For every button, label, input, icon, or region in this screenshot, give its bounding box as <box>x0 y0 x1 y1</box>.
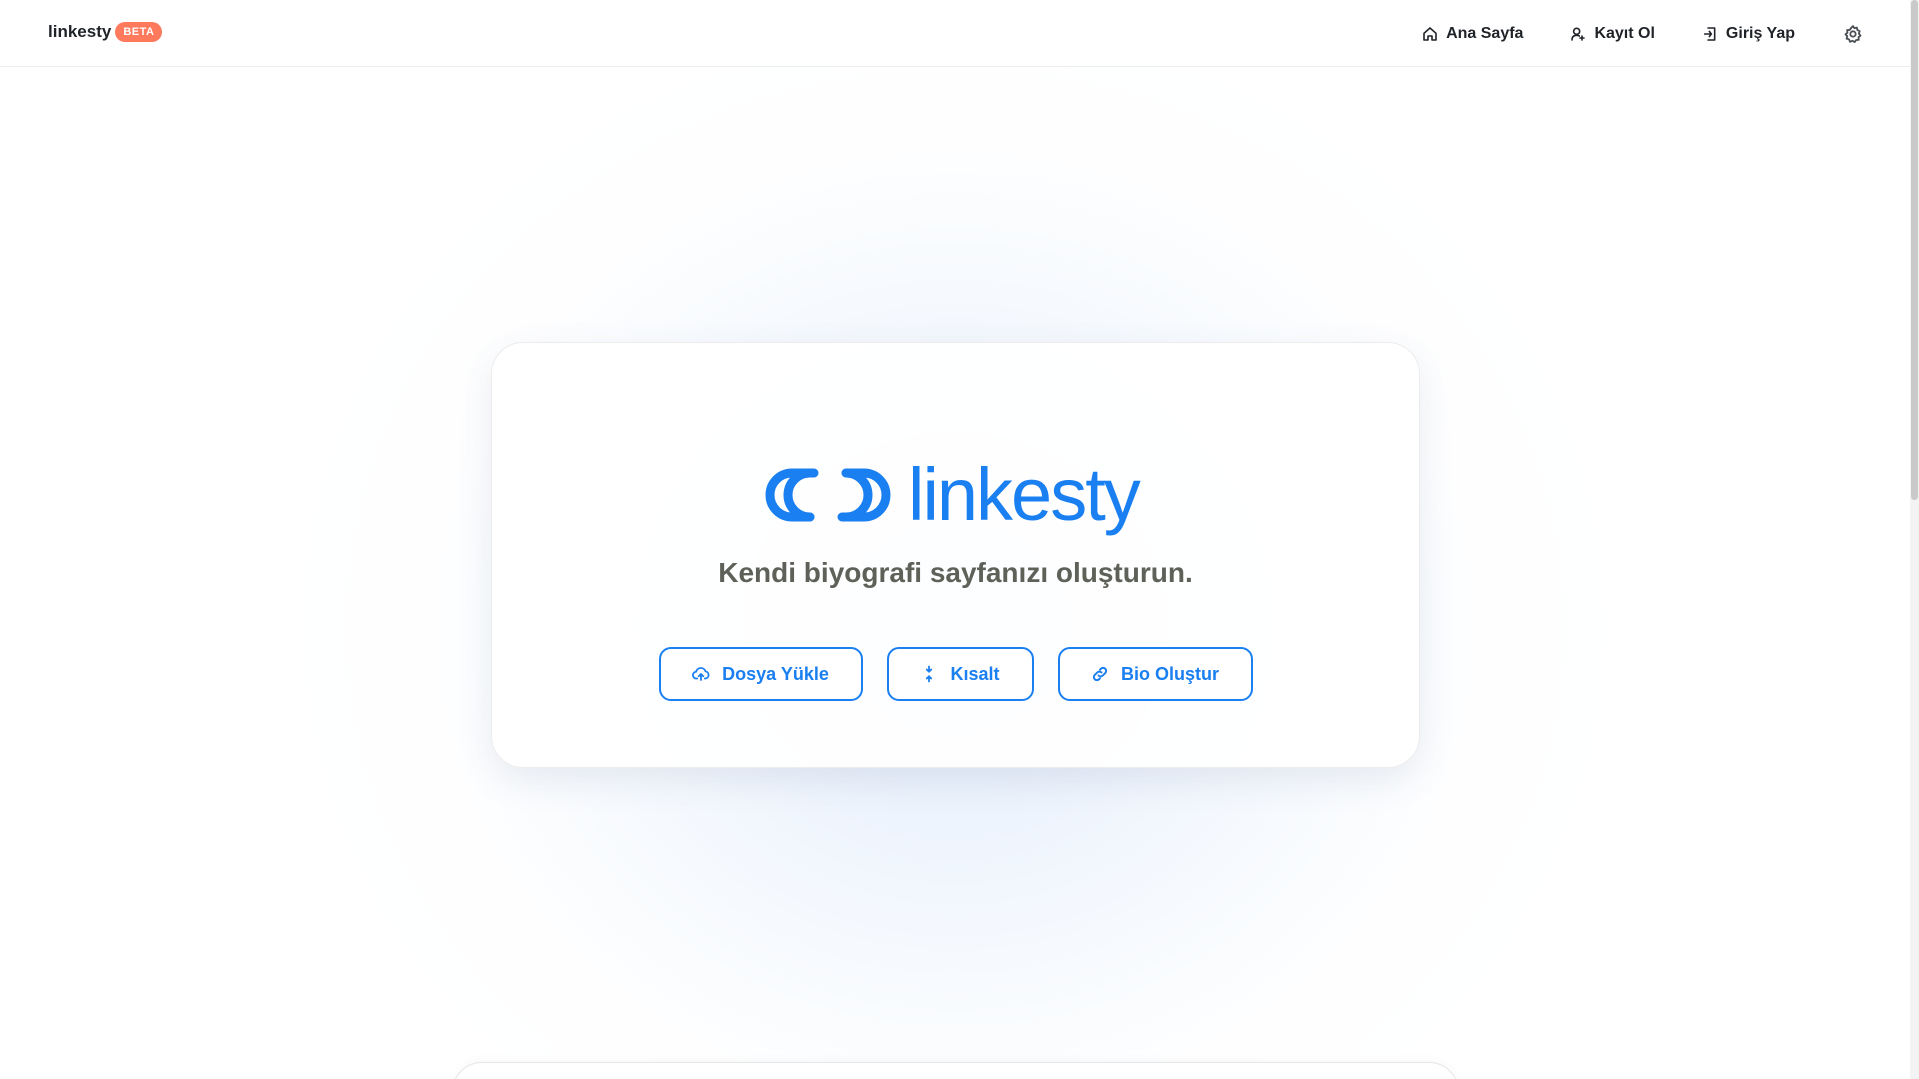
scrollbar-track[interactable] <box>1910 0 1919 1079</box>
gear-icon <box>1844 24 1862 43</box>
logo-text: linkesty <box>908 453 1141 536</box>
nav-register[interactable]: Kayıt Ol <box>1570 24 1655 43</box>
hero-logo: linkesty <box>762 453 1141 536</box>
settings-button[interactable] <box>1842 23 1864 45</box>
next-section-card <box>452 1062 1459 1079</box>
beta-badge: BETA <box>115 22 163 42</box>
create-bio-button[interactable]: Bio Oluştur <box>1057 647 1253 701</box>
user-add-icon <box>1571 27 1586 41</box>
nav-home-label: Ana Sayfa <box>1446 24 1524 42</box>
nav-register-label: Kayıt Ol <box>1594 24 1655 42</box>
hero-actions: Dosya Yükle Kısalt Bio Oluştur <box>492 647 1419 701</box>
cloud-upload-icon <box>692 667 710 681</box>
brand[interactable]: linkesty BETA <box>48 22 163 42</box>
top-navbar: linkesty BETA Ana Sayfa Kayıt Ol Giriş Y… <box>0 0 1910 67</box>
login-icon <box>1703 26 1716 41</box>
link-icon <box>1092 666 1108 682</box>
shorten-label: Kısalt <box>950 663 1000 684</box>
nav-home[interactable]: Ana Sayfa <box>1422 25 1523 43</box>
hero-card: linkesty Kendi biyografi sayfanızı oluşt… <box>491 342 1420 768</box>
main-nav: Ana Sayfa Kayıt Ol Giriş Yap <box>1422 0 1910 67</box>
shorten-arrows-icon <box>926 665 933 683</box>
upload-file-label: Dosya Yükle <box>722 663 829 684</box>
hero-tagline: Kendi biyografi sayfanızı oluşturun. <box>718 557 1193 588</box>
scrollbar-thumb[interactable] <box>1911 0 1918 500</box>
create-bio-label: Bio Oluştur <box>1121 663 1219 684</box>
upload-file-button[interactable]: Dosya Yükle <box>658 647 863 701</box>
nav-login-label: Giriş Yap <box>1725 24 1795 42</box>
nav-login[interactable]: Giriş Yap <box>1702 25 1795 43</box>
shorten-button[interactable]: Kısalt <box>886 647 1034 701</box>
brand-name[interactable]: linkesty <box>48 22 111 42</box>
home-icon <box>1423 26 1437 41</box>
chain-link-icon <box>765 468 891 522</box>
